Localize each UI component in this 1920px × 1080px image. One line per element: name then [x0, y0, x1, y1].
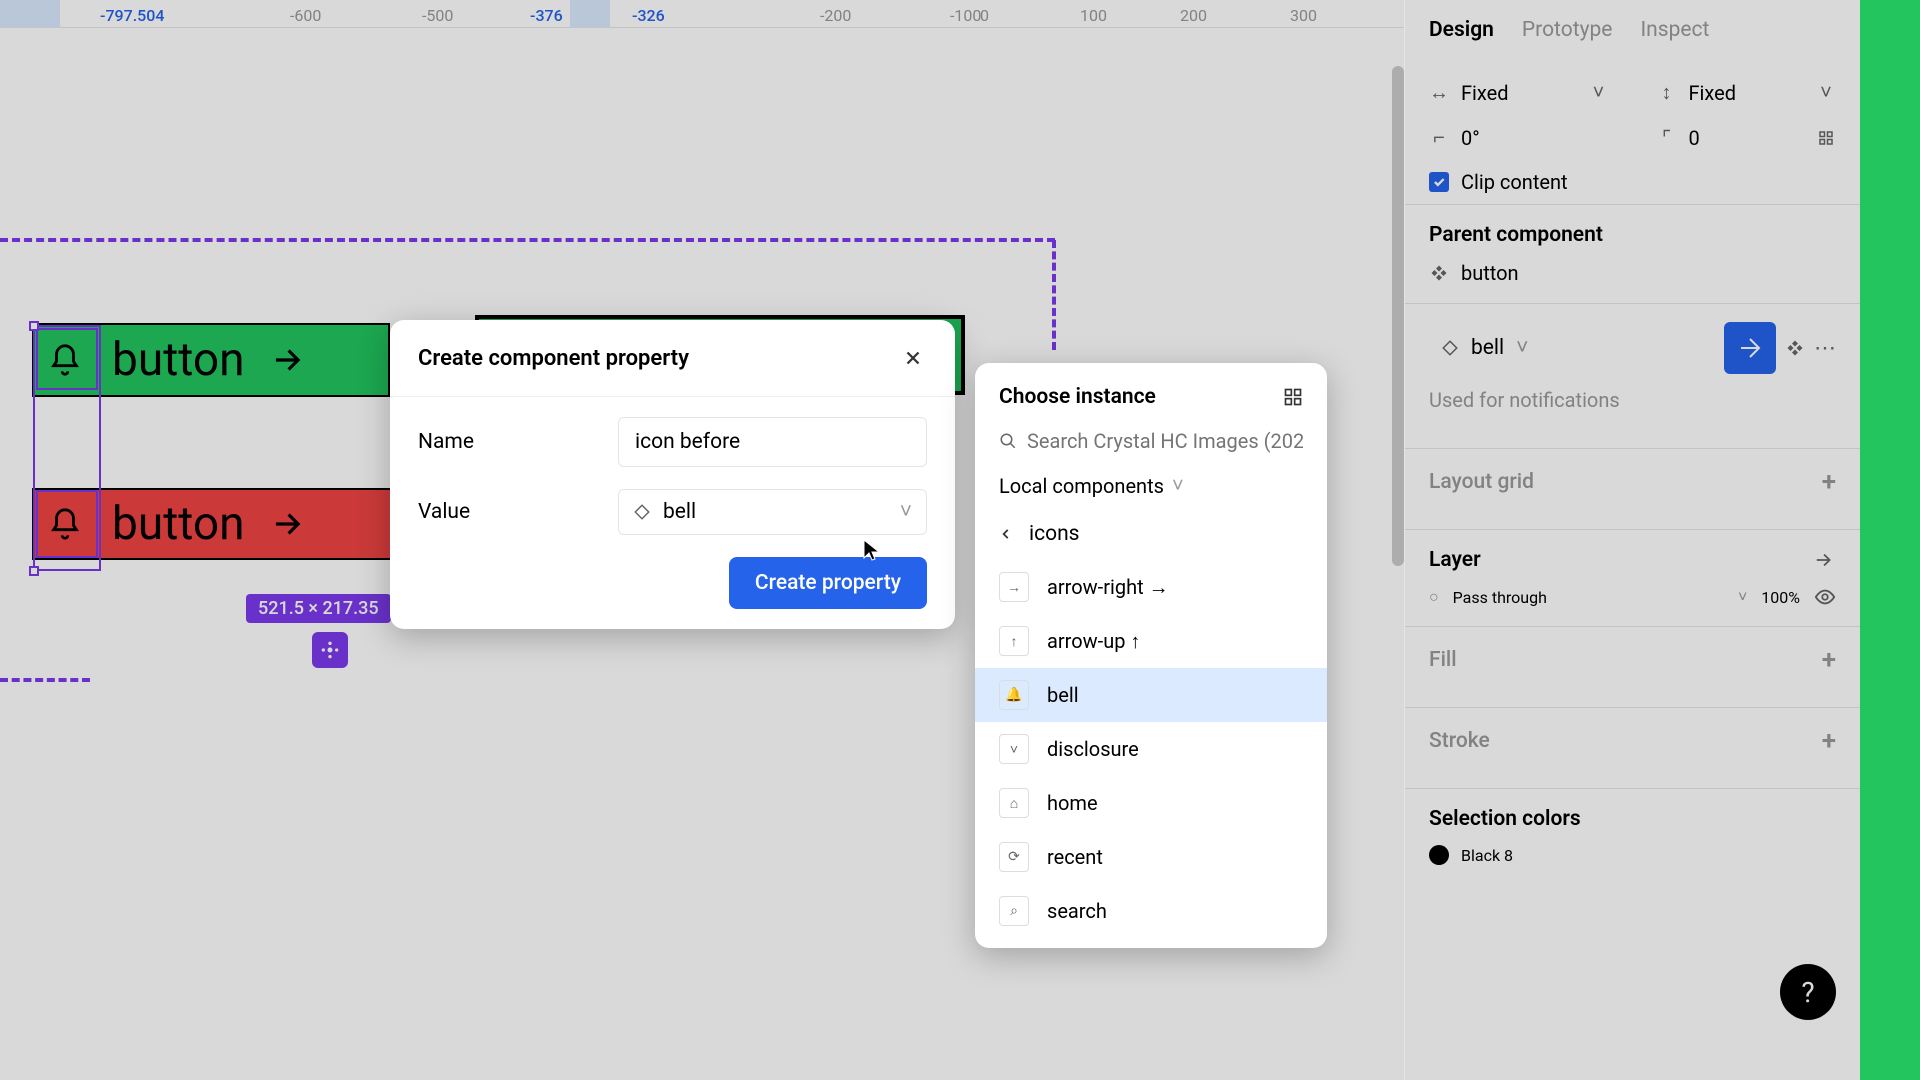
- bounding-box: [33, 325, 101, 571]
- disclosure-icon: ˅: [999, 734, 1029, 764]
- grid-view-icon[interactable]: [1283, 387, 1303, 407]
- ruler-tick: -797.504: [100, 6, 164, 25]
- variant-frame-right: [1052, 240, 1056, 350]
- home-icon: ⌂: [999, 788, 1029, 818]
- arrow-right-icon: [268, 341, 306, 379]
- ruler-horizontal: -797.504 -600 -500 -376 -326 -200 -1000 100 200 3…: [0, 0, 1404, 28]
- instance-option-label: recent: [1047, 845, 1103, 869]
- ruler-tick: 300: [1290, 6, 1317, 25]
- chevron-down-icon: ˅: [900, 500, 912, 524]
- instance-option-label: arrow-right →: [1047, 575, 1169, 600]
- ruler-tick: -500: [422, 6, 453, 25]
- variant-frame-top: [0, 238, 1055, 242]
- arrow-right-icon: →: [999, 572, 1029, 602]
- instance-option-label: search: [1047, 899, 1107, 923]
- variant-frame-bottom: [0, 678, 90, 682]
- instance-search-input[interactable]: [1027, 429, 1303, 453]
- ruler-tick: -326: [632, 6, 665, 25]
- search-icon: [999, 432, 1017, 450]
- resize-handle[interactable]: [29, 566, 39, 576]
- ruler-tick: 100: [1080, 6, 1107, 25]
- ruler-tick: 0: [980, 6, 989, 25]
- instance-option-home[interactable]: ⌂ home: [975, 776, 1327, 830]
- instance-option-disclosure[interactable]: ˅ disclosure: [975, 722, 1327, 776]
- mouse-cursor: [862, 538, 882, 562]
- create-property-modal: Create component property Name icon befo…: [390, 320, 955, 629]
- arrow-up-icon: ↑: [999, 626, 1029, 656]
- arrow-right-icon: [268, 505, 306, 543]
- instance-picker: Choose instance Local components ˅ icons…: [975, 363, 1327, 948]
- ruler-tick: -600: [290, 6, 321, 25]
- scrollbar-vertical[interactable]: [1392, 66, 1404, 566]
- properties-panel: Design Prototype Inspect ↔ Fixed ˅ ↕ Fix…: [1404, 0, 1860, 1080]
- ruler-tick: 200: [1180, 6, 1207, 25]
- search-icon: ⌕: [999, 896, 1029, 926]
- value-label: Value: [418, 500, 618, 524]
- ruler-tick: -100: [950, 6, 981, 25]
- instance-option-arrow-right[interactable]: → arrow-right →: [975, 560, 1327, 614]
- picker-back-button[interactable]: icons: [975, 508, 1327, 560]
- instance-list: → arrow-right → ↑ arrow-up ↑ 🔔 bell ˅ disclosur…: [975, 560, 1327, 938]
- resize-handle[interactable]: [29, 321, 39, 331]
- bell-icon: 🔔: [999, 680, 1029, 710]
- property-name-input[interactable]: icon before: [618, 417, 927, 467]
- ruler-tick: -200: [820, 6, 851, 25]
- instance-option-recent[interactable]: ⟳ recent: [975, 830, 1327, 884]
- button-label: button: [112, 333, 244, 387]
- instance-option-label: bell: [1047, 683, 1079, 707]
- add-variant-icon[interactable]: [312, 632, 348, 668]
- close-icon[interactable]: [899, 344, 927, 372]
- instance-option-arrow-up[interactable]: ↑ arrow-up ↑: [975, 614, 1327, 668]
- instance-option-search[interactable]: ⌕ search: [975, 884, 1327, 938]
- name-label: Name: [418, 430, 618, 454]
- instance-option-label: arrow-up ↑: [1047, 629, 1140, 654]
- instance-option-bell[interactable]: 🔔 bell: [975, 668, 1327, 722]
- instance-option-label: disclosure: [1047, 737, 1139, 761]
- browser-edge-highlight: [1860, 0, 1920, 1080]
- ruler-tick: -376: [530, 6, 563, 25]
- button-label: button: [112, 497, 244, 551]
- modal-title: Create component property: [418, 346, 689, 371]
- instance-icon: [633, 503, 651, 521]
- instance-option-label: home: [1047, 791, 1098, 815]
- chevron-down-icon: ˅: [1172, 473, 1184, 498]
- chevron-left-icon: [999, 527, 1013, 541]
- recent-icon: ⟳: [999, 842, 1029, 872]
- picker-title: Choose instance: [999, 385, 1156, 409]
- scope-select[interactable]: Local components ˅: [975, 463, 1327, 508]
- dimension-badge: 521.5 × 217.35: [246, 594, 391, 623]
- create-property-button[interactable]: Create property: [729, 557, 927, 609]
- default-value-select[interactable]: bell ˅: [618, 489, 927, 535]
